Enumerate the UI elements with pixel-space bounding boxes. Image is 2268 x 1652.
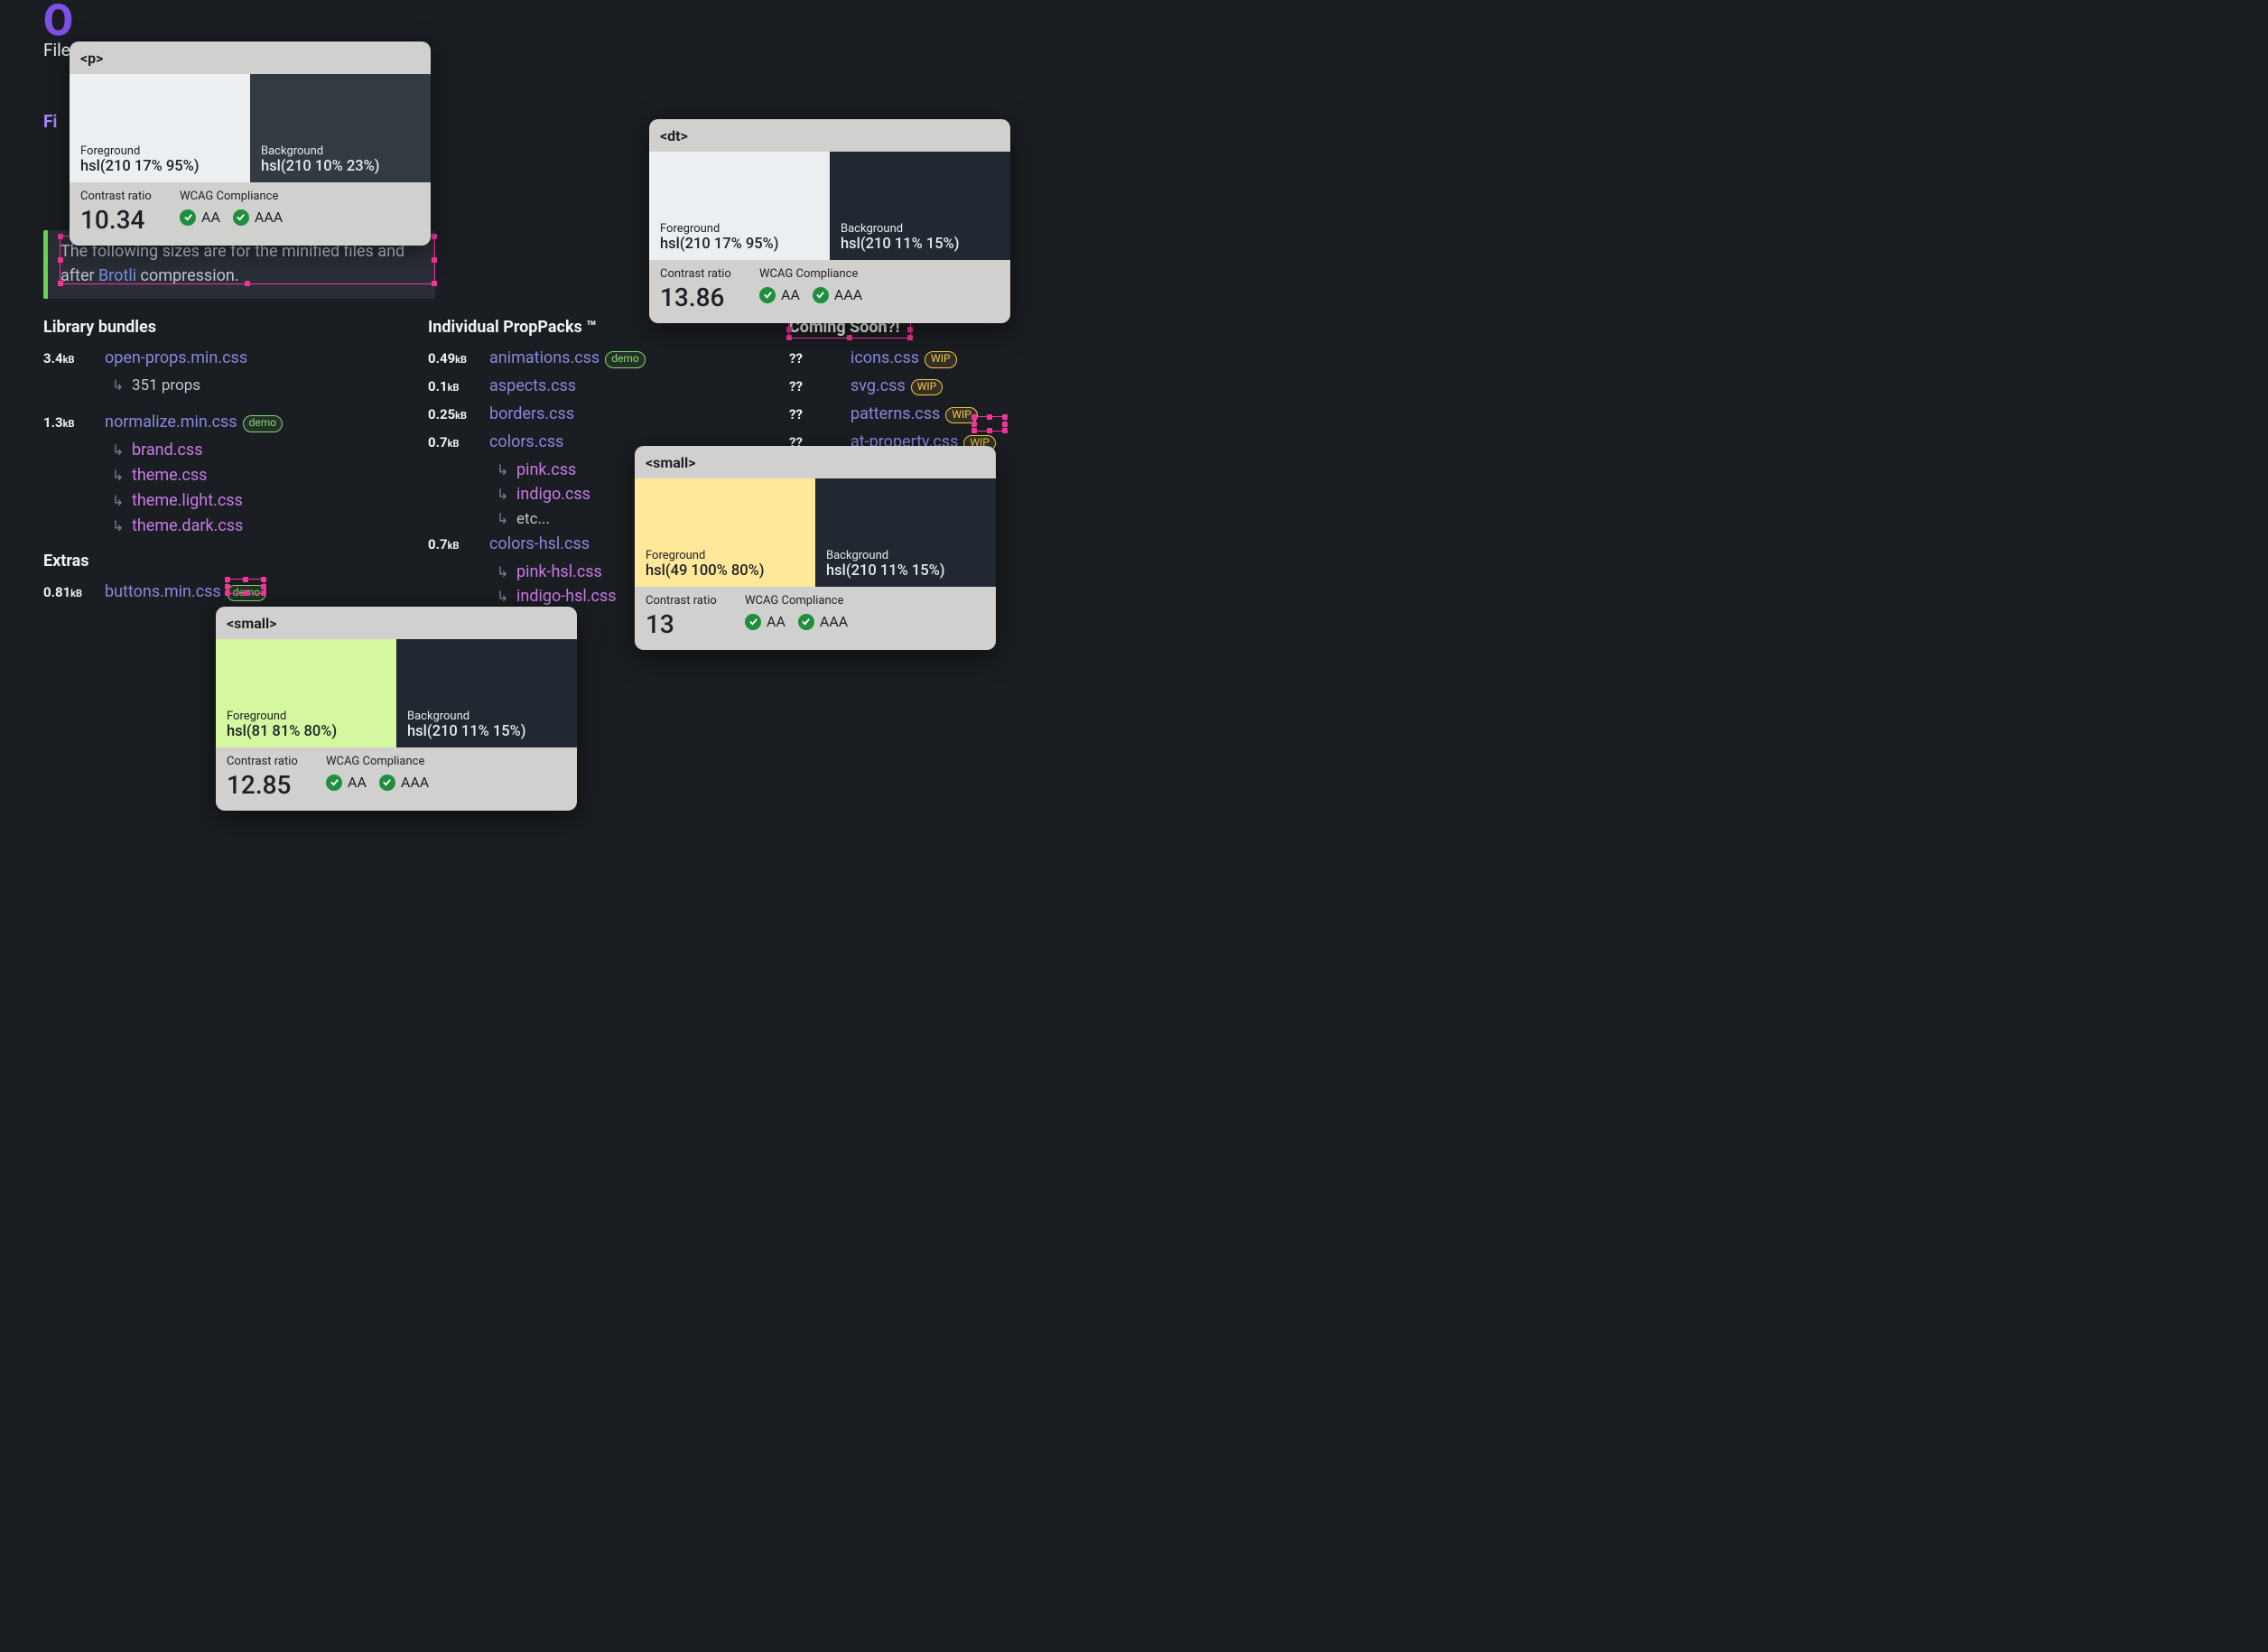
- background-label: Background: [261, 144, 420, 158]
- foreground-label: Foreground: [80, 144, 239, 158]
- file-link[interactable]: aspects.css: [489, 374, 576, 399]
- sub-arrow-icon: ↳: [497, 459, 516, 482]
- sub-link[interactable]: theme.light.css: [132, 488, 243, 514]
- sub-arrow-icon: ↳: [497, 586, 516, 608]
- sub-arrow-icon: ↳: [112, 375, 132, 397]
- file-size: ??: [789, 348, 850, 369]
- file-size: ??: [789, 376, 850, 397]
- wcag-aa: AA: [201, 209, 220, 226]
- file-link-buttons[interactable]: buttons.min.css: [105, 580, 221, 605]
- sub-link[interactable]: theme.css: [132, 463, 207, 488]
- file-size: 3.4kB: [43, 348, 105, 369]
- background-swatch: Background hsl(210 11% 15%): [815, 478, 996, 587]
- sub-arrow-icon: ↳: [112, 440, 132, 462]
- file-size: 0.81kB: [43, 582, 105, 603]
- background-swatch: Background hsl(210 11% 15%): [396, 639, 577, 747]
- check-icon: [745, 614, 761, 630]
- sub-link[interactable]: indigo.css: [516, 482, 590, 507]
- sub-note: etc...: [516, 507, 550, 531]
- sub-link[interactable]: brand.css: [132, 438, 203, 463]
- sub-arrow-icon: ↳: [497, 508, 516, 531]
- library-bundles-column: Library bundles 3.4kB open-props.min.css…: [43, 318, 428, 634]
- wip-badge: WIP: [911, 379, 943, 396]
- check-icon: [379, 775, 395, 791]
- file-link-normalize[interactable]: normalize.min.css: [105, 410, 237, 435]
- note-text-after: compression.: [136, 266, 238, 285]
- sub-link[interactable]: theme.dark.css: [132, 514, 243, 539]
- check-icon: [798, 614, 814, 630]
- foreground-swatch: Foreground hsl(49 100% 80%): [635, 478, 815, 587]
- sub-item: ↳ 351 props: [112, 374, 428, 397]
- page-subtitle: File: [43, 40, 70, 60]
- popup-element-tag: <dt>: [649, 119, 1010, 152]
- file-link[interactable]: colors.css: [489, 430, 563, 455]
- sub-link[interactable]: pink.css: [516, 458, 576, 483]
- demo-badge[interactable]: demo: [605, 351, 646, 368]
- file-link[interactable]: patterns.css: [850, 402, 940, 427]
- foreground-swatch: Foreground hsl(210 17% 95%): [70, 74, 250, 182]
- library-bundles-heading: Library bundles: [43, 318, 428, 337]
- extras-heading: Extras: [43, 552, 428, 571]
- background-swatch: Background hsl(210 11% 15%): [830, 152, 1010, 260]
- foreground-swatch: Foreground hsl(210 17% 95%): [649, 152, 830, 260]
- demo-badge[interactable]: demo: [243, 415, 284, 432]
- contrast-popup-dt: <dt> Foreground hsl(210 17% 95%) Backgro…: [649, 119, 1010, 323]
- file-link-open-props[interactable]: open-props.min.css: [105, 346, 247, 371]
- popup-element-tag: <p>: [70, 42, 431, 74]
- wcag-aaa: AAA: [255, 209, 283, 226]
- file-link[interactable]: colors-hsl.css: [489, 532, 590, 557]
- list-item: 1.3kB normalize.min.css demo: [43, 410, 428, 435]
- section-heading: Fi: [43, 111, 57, 132]
- file-size: ??: [789, 404, 850, 425]
- foreground-value: hsl(210 17% 95%): [80, 158, 239, 175]
- sub-arrow-icon: ↳: [497, 484, 516, 506]
- contrast-ratio-value: 13: [646, 609, 745, 639]
- wcag-label: WCAG Compliance: [180, 190, 283, 203]
- demo-badge[interactable]: demo: [227, 585, 267, 602]
- file-link[interactable]: icons.css: [850, 346, 919, 371]
- contrast-popup-p: <p> Foreground hsl(210 17% 95%) Backgrou…: [70, 42, 431, 246]
- wip-badge: WIP: [925, 351, 956, 368]
- list-item: 0.81kB buttons.min.css demo: [43, 580, 428, 605]
- contrast-ratio-value: 10.34: [80, 205, 180, 235]
- list-item: 3.4kB open-props.min.css: [43, 346, 428, 371]
- check-icon: [326, 775, 342, 791]
- popup-element-tag: <small>: [635, 446, 996, 478]
- check-icon: [759, 287, 776, 303]
- file-size: 1.3kB: [43, 413, 105, 433]
- contrast-popup-small-lime: <small> Foreground hsl(81 81% 80%) Backg…: [216, 607, 577, 811]
- file-link[interactable]: svg.css: [850, 374, 906, 399]
- sub-note: 351 props: [132, 374, 200, 397]
- contrast-popup-small-yellow: <small> Foreground hsl(49 100% 80%) Back…: [635, 446, 996, 650]
- sub-arrow-icon: ↳: [112, 490, 132, 513]
- wip-badge: WIP: [945, 407, 977, 424]
- sub-arrow-icon: ↳: [112, 515, 132, 538]
- background-swatch: Background hsl(210 10% 23%): [250, 74, 431, 182]
- contrast-ratio-value: 12.85: [227, 770, 326, 800]
- check-icon: [233, 209, 249, 226]
- background-value: hsl(210 10% 23%): [261, 158, 420, 175]
- sub-arrow-icon: ↳: [112, 465, 132, 487]
- sub-arrow-icon: ↳: [497, 561, 516, 584]
- brotli-link[interactable]: Brotli: [98, 266, 136, 285]
- foreground-swatch: Foreground hsl(81 81% 80%): [216, 639, 396, 747]
- check-icon: [813, 287, 829, 303]
- file-link[interactable]: animations.css: [489, 346, 600, 371]
- contrast-ratio-label: Contrast ratio: [80, 190, 180, 203]
- contrast-ratio-value: 13.86: [660, 283, 759, 312]
- file-link[interactable]: borders.css: [489, 402, 574, 427]
- check-icon: [180, 209, 196, 226]
- sub-link[interactable]: pink-hsl.css: [516, 560, 602, 585]
